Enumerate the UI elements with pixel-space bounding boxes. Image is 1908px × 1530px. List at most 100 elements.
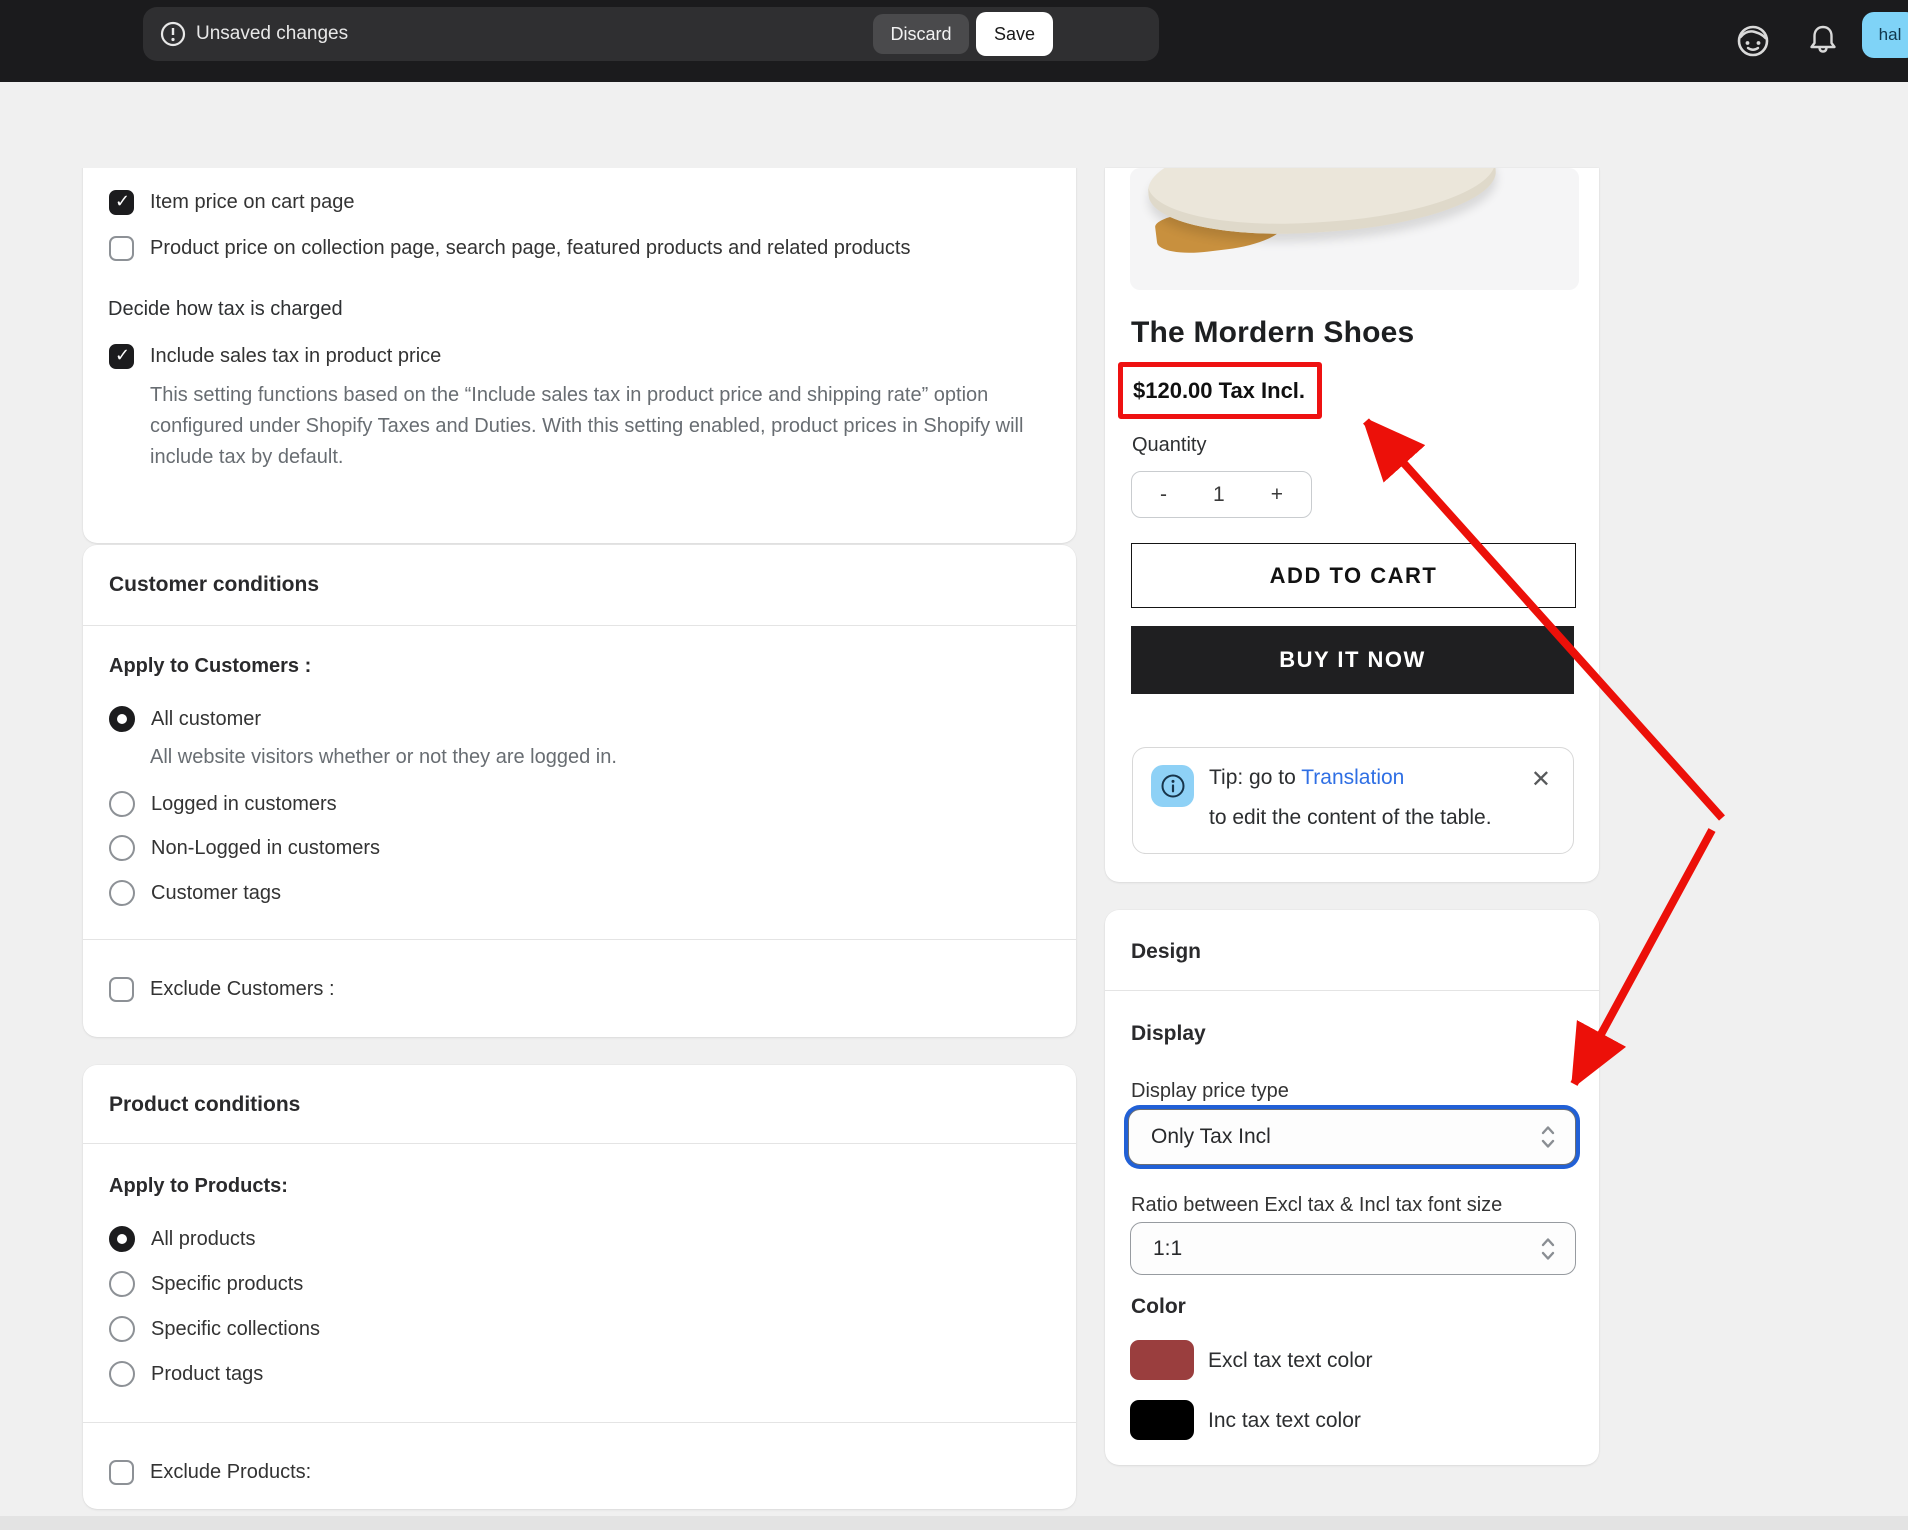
customer-conditions-card: Customer conditions Apply to Customers :… — [83, 545, 1076, 1037]
save-button[interactable]: Save — [976, 12, 1053, 56]
price-highlight-box: $120.00 Tax Incl. — [1118, 362, 1322, 419]
checkbox-label: Product price on collection page, search… — [150, 237, 910, 260]
divider — [83, 1422, 1076, 1423]
tip-prefix: Tip: go to — [1209, 766, 1301, 789]
checkbox-label: Include sales tax in product price — [150, 345, 441, 368]
radio-customer-tags[interactable] — [109, 880, 135, 906]
unsaved-changes-bar: Unsaved changes Discard Save — [143, 7, 1159, 61]
radio-row-logged-in[interactable]: Logged in customers — [109, 790, 337, 818]
radio-label: All products — [151, 1228, 256, 1251]
radio-row-all-products[interactable]: All products — [109, 1225, 256, 1253]
checkbox-exclude-products[interactable] — [109, 1460, 134, 1485]
tax-charged-heading: Decide how tax is charged — [108, 298, 343, 321]
radio-specific-products[interactable] — [109, 1271, 135, 1297]
checkbox-row[interactable]: Product price on collection page, search… — [109, 234, 910, 262]
radio-label: Specific products — [151, 1273, 303, 1296]
checkbox-label: Item price on cart page — [150, 191, 355, 214]
radio-all-customer[interactable] — [109, 706, 135, 732]
divider — [83, 939, 1076, 940]
divider — [1105, 990, 1599, 991]
design-card: Design Display Display price type Only T… — [1105, 910, 1599, 1465]
bell-icon[interactable] — [1804, 21, 1842, 59]
product-conditions-title: Product conditions — [109, 1093, 300, 1117]
excl-tax-color-label: Excl tax text color — [1208, 1349, 1373, 1373]
top-bar: Unsaved changes Discard Save hal — [0, 0, 1908, 82]
apply-to-customers-label: Apply to Customers : — [109, 655, 311, 678]
display-price-type-label: Display price type — [1131, 1080, 1289, 1103]
radio-specific-collections[interactable] — [109, 1316, 135, 1342]
apply-to-products-label: Apply to Products: — [109, 1175, 288, 1198]
ratio-select[interactable]: 1:1 — [1130, 1222, 1576, 1275]
tip-text-line2: to edit the content of the table. — [1209, 806, 1492, 830]
product-title: The Mordern Shoes — [1131, 316, 1414, 350]
buy-it-now-button[interactable]: BUY IT NOW — [1131, 626, 1574, 694]
alert-circle-icon — [159, 20, 187, 48]
display-settings-card: Main product price on product page Item … — [83, 168, 1076, 543]
radio-row-all-customer[interactable]: All customer — [109, 705, 261, 733]
quantity-decrease-button[interactable]: - — [1160, 483, 1167, 507]
design-title: Design — [1131, 940, 1201, 964]
quantity-label: Quantity — [1132, 434, 1206, 457]
quantity-stepper[interactable]: - 1 + — [1131, 471, 1312, 518]
checkbox-label: Exclude Products: — [150, 1461, 311, 1484]
customer-conditions-title: Customer conditions — [109, 573, 319, 597]
product-conditions-card: Product conditions Apply to Products: Al… — [83, 1065, 1076, 1509]
updown-chevron-icon — [1539, 1236, 1557, 1262]
info-icon — [1151, 765, 1194, 807]
ratio-value: 1:1 — [1153, 1237, 1182, 1261]
discard-button[interactable]: Discard — [873, 14, 969, 54]
avatar[interactable]: hal — [1862, 12, 1908, 58]
checkbox-label: Exclude Customers : — [150, 978, 335, 1001]
radio-product-tags[interactable] — [109, 1361, 135, 1387]
sidekick-icon[interactable] — [1733, 21, 1773, 61]
tax-setting-description: This setting functions based on the “Inc… — [150, 380, 1058, 473]
radio-row-non-logged-in[interactable]: Non-Logged in customers — [109, 834, 380, 862]
divider — [83, 625, 1076, 626]
display-heading: Display — [1131, 1022, 1206, 1046]
quantity-increase-button[interactable]: + — [1271, 483, 1283, 507]
product-price: $120.00 Tax Incl. — [1123, 378, 1305, 404]
tip-text-line1: Tip: go to Translation — [1209, 766, 1404, 790]
radio-label: Customer tags — [151, 882, 281, 905]
checkbox-collection-price[interactable] — [109, 236, 134, 261]
product-image — [1130, 168, 1579, 290]
display-price-type-value: Only Tax Incl — [1151, 1125, 1271, 1149]
unsaved-changes-label: Unsaved changes — [196, 23, 348, 45]
radio-all-products[interactable] — [109, 1226, 135, 1252]
ratio-label: Ratio between Excl tax & Incl tax font s… — [1131, 1194, 1502, 1217]
all-customer-description: All website visitors whether or not they… — [150, 746, 617, 769]
exclude-products-row[interactable]: Exclude Products: — [109, 1458, 311, 1486]
checkbox-row[interactable]: Include sales tax in product price — [109, 342, 441, 370]
updown-chevron-icon — [1539, 1124, 1557, 1150]
inc-tax-color-swatch[interactable] — [1130, 1400, 1194, 1440]
page-bottom-strip — [0, 1516, 1908, 1530]
exclude-customers-row[interactable]: Exclude Customers : — [109, 975, 335, 1003]
radio-label: Product tags — [151, 1363, 263, 1386]
display-settings-clip: Main product price on product page Item … — [0, 168, 1908, 568]
divider — [83, 1143, 1076, 1144]
display-price-type-select[interactable]: Only Tax Incl — [1128, 1109, 1576, 1165]
translation-link[interactable]: Translation — [1301, 766, 1404, 789]
radio-label: Logged in customers — [151, 793, 337, 816]
add-to-cart-button[interactable]: ADD TO CART — [1131, 543, 1576, 608]
radio-label: Specific collections — [151, 1318, 320, 1341]
excl-tax-color-swatch[interactable] — [1130, 1340, 1194, 1380]
tip-banner: Tip: go to Translation to edit the conte… — [1132, 747, 1574, 854]
radio-label: Non-Logged in customers — [151, 837, 380, 860]
checkbox-item-price-cart[interactable] — [109, 190, 134, 215]
radio-row-customer-tags[interactable]: Customer tags — [109, 879, 281, 907]
product-preview-card: The Mordern Shoes $120.00 Tax Incl. Quan… — [1105, 168, 1599, 882]
radio-row-specific-products[interactable]: Specific products — [109, 1270, 303, 1298]
checkbox-row[interactable]: Item price on cart page — [109, 188, 355, 216]
radio-non-logged-in-customers[interactable] — [109, 835, 135, 861]
radio-row-product-tags[interactable]: Product tags — [109, 1360, 263, 1388]
checkbox-include-sales-tax[interactable] — [109, 344, 134, 369]
quantity-value: 1 — [1213, 483, 1225, 507]
radio-logged-in-customers[interactable] — [109, 791, 135, 817]
radio-row-specific-collections[interactable]: Specific collections — [109, 1315, 320, 1343]
color-heading: Color — [1131, 1295, 1186, 1319]
checkbox-exclude-customers[interactable] — [109, 977, 134, 1002]
radio-label: All customer — [151, 708, 261, 731]
close-icon[interactable]: ✕ — [1531, 768, 1551, 792]
inc-tax-color-label: Inc tax text color — [1208, 1409, 1361, 1433]
